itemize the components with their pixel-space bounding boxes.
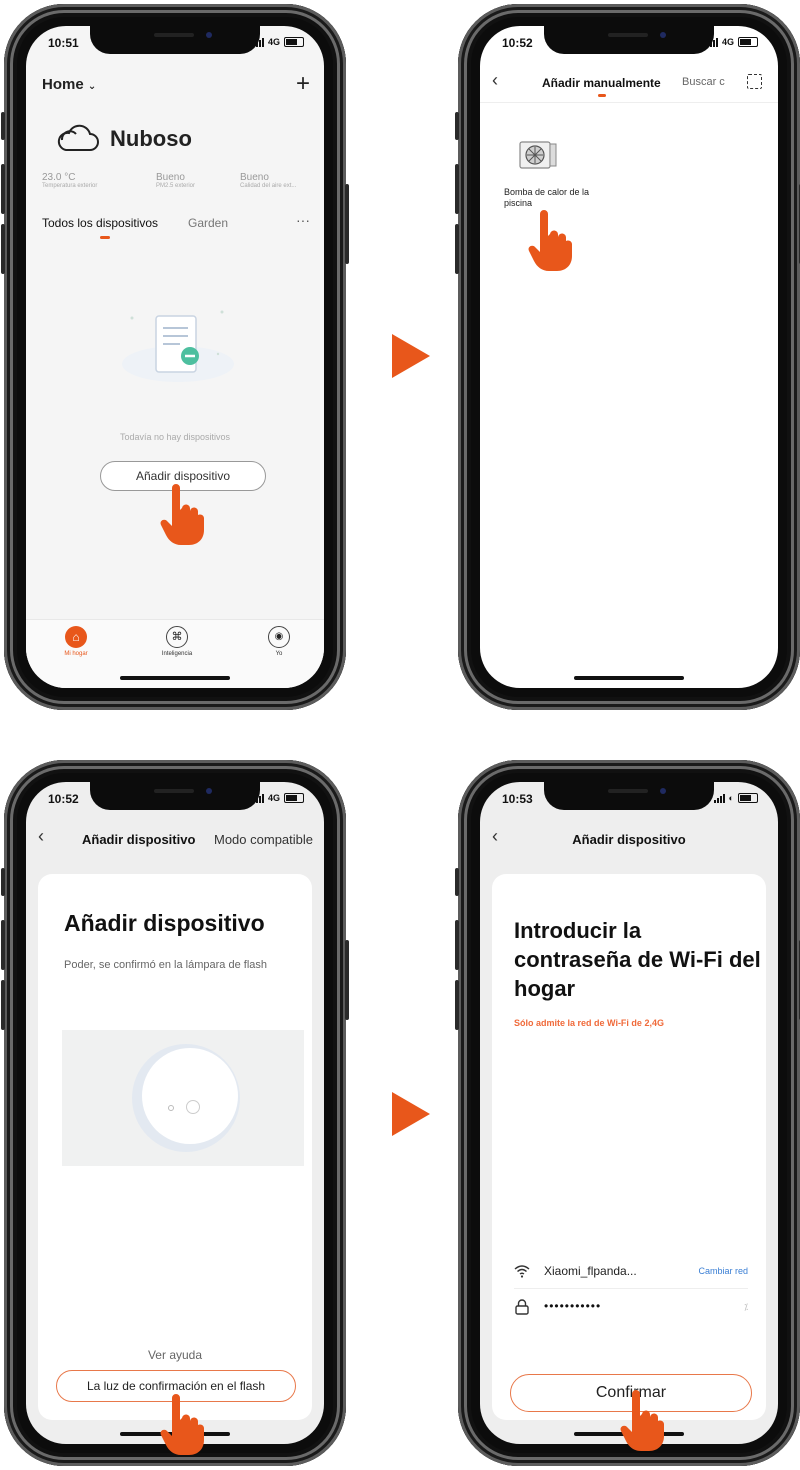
password-row: ••••••••••• ⁒ bbox=[514, 1294, 748, 1324]
flash-illustration bbox=[62, 1030, 304, 1166]
wifi-name: Xiaomi_flpanda... bbox=[544, 1264, 637, 1278]
wifi-row: Xiaomi_flpanda... Cambiar red bbox=[514, 1258, 748, 1289]
next-step-arrow bbox=[392, 1092, 430, 1136]
content-card: Introducir la contraseña de Wi-Fi del ho… bbox=[492, 874, 766, 1420]
tab-search[interactable]: Buscar c bbox=[682, 76, 725, 88]
content-card: Añadir dispositivo Poder, se confirmó en… bbox=[38, 874, 312, 1420]
show-password-icon[interactable]: ⁒ bbox=[744, 1302, 748, 1313]
status-time: 10:52 bbox=[502, 36, 533, 50]
signal-icon bbox=[713, 793, 725, 803]
card-title: Introducir la contraseña de Wi-Fi del ho… bbox=[514, 918, 761, 1001]
phone-frame-4: 10:53 ◐ ‹ Añadir dispositivo Introducir … bbox=[455, 760, 800, 1466]
home-label: Home bbox=[42, 76, 84, 93]
status-time: 10:51 bbox=[48, 36, 79, 50]
stat-air-quality: Bueno Calidad del aire ext... bbox=[240, 172, 297, 189]
indicator-light-icon bbox=[186, 1100, 200, 1114]
battery-icon bbox=[284, 37, 304, 47]
card-title: Añadir dispositivo bbox=[64, 910, 265, 936]
phone-frame-1: 10:51 4G Home ⌄ + Nuboso 23.0 °C Tempera… bbox=[1, 4, 349, 710]
home-icon: ⌂ bbox=[65, 626, 87, 648]
back-icon[interactable]: ‹ bbox=[38, 826, 44, 847]
battery-icon bbox=[738, 37, 758, 47]
tap-hand-icon bbox=[528, 210, 572, 271]
wifi-status-icon: ◐ bbox=[728, 793, 734, 803]
next-step-arrow bbox=[392, 334, 430, 378]
weather-title: Nuboso bbox=[110, 126, 192, 151]
header-divider bbox=[480, 102, 778, 103]
battery-icon bbox=[284, 793, 304, 803]
change-network-link[interactable]: Cambiar red bbox=[698, 1266, 748, 1276]
nav-my-home[interactable]: ⌂ Mi hogar bbox=[56, 626, 96, 657]
add-plus-icon[interactable]: + bbox=[296, 70, 310, 98]
tap-hand-icon bbox=[620, 1390, 664, 1451]
card-subtitle: Poder, se confirmó en la lámpara de flas… bbox=[64, 959, 268, 971]
tap-hand-icon bbox=[160, 1394, 204, 1455]
phone-frame-2: 10:52 4G ‹ Añadir manualmente Buscar c B… bbox=[455, 4, 800, 710]
profile-icon: ◉ bbox=[268, 626, 290, 648]
cloud-icon bbox=[57, 124, 99, 151]
screen-home: 10:51 4G Home ⌄ + Nuboso 23.0 °C Tempera… bbox=[26, 26, 324, 688]
lock-icon bbox=[515, 1299, 529, 1315]
empty-state-text: Todavía no hay dispositivos bbox=[119, 432, 231, 442]
status-time: 10:52 bbox=[48, 792, 79, 806]
scan-icon[interactable] bbox=[747, 74, 762, 89]
heat-pump-icon bbox=[519, 141, 557, 169]
battery-icon bbox=[738, 793, 758, 803]
tab-all-devices[interactable]: Todos los dispositivos bbox=[42, 216, 158, 230]
network-type: 4G bbox=[267, 793, 280, 803]
back-icon[interactable]: ‹ bbox=[492, 70, 498, 91]
tab-add-manually[interactable]: Añadir manualmente bbox=[542, 76, 661, 90]
tab-garden[interactable]: Garden bbox=[188, 216, 228, 230]
network-type: 4G bbox=[721, 37, 734, 47]
network-type: 4G bbox=[267, 37, 280, 47]
more-icon[interactable]: ··· bbox=[296, 212, 310, 228]
empty-devices-illustration bbox=[122, 310, 234, 382]
header-title: Añadir dispositivo bbox=[82, 832, 196, 847]
status-time: 10:53 bbox=[502, 792, 533, 806]
home-selector[interactable]: Home ⌄ bbox=[42, 76, 96, 93]
chevron-down-icon: ⌄ bbox=[87, 81, 97, 92]
stat-temperature: 23.0 °C Temperatura exterior bbox=[42, 172, 98, 189]
wifi-icon bbox=[514, 1265, 530, 1278]
phone-frame-3: 10:52 4G ‹ Añadir dispositivo Modo compa… bbox=[1, 760, 349, 1466]
screen-wifi-password: 10:53 ◐ ‹ Añadir dispositivo Introducir … bbox=[480, 782, 778, 1444]
screen-add-manual: 10:52 4G ‹ Añadir manualmente Buscar c B… bbox=[480, 26, 778, 688]
warning-text: Sólo admite la red de Wi-Fi de 2,4G bbox=[514, 1018, 664, 1028]
password-field[interactable]: ••••••••••• bbox=[544, 1299, 601, 1313]
device-heat-pump[interactable]: Bomba de calor de la piscina bbox=[504, 138, 614, 209]
device-name: Bomba de calor de la piscina bbox=[504, 187, 590, 208]
header-title: Añadir dispositivo bbox=[572, 832, 686, 847]
compatible-mode-link[interactable]: Modo compatible bbox=[214, 832, 313, 847]
stat-pm25: Bueno PM2.5 exterior bbox=[156, 172, 196, 189]
command-icon: ⌘ bbox=[166, 626, 188, 648]
help-link[interactable]: Ver ayuda bbox=[38, 1348, 312, 1362]
nav-intelligence[interactable]: ⌘ Inteligencia bbox=[154, 626, 200, 657]
tap-hand-icon bbox=[160, 484, 204, 545]
nav-me[interactable]: ◉ Yo bbox=[262, 626, 296, 657]
screen-confirm-flash: 10:52 4G ‹ Añadir dispositivo Modo compa… bbox=[26, 782, 324, 1444]
